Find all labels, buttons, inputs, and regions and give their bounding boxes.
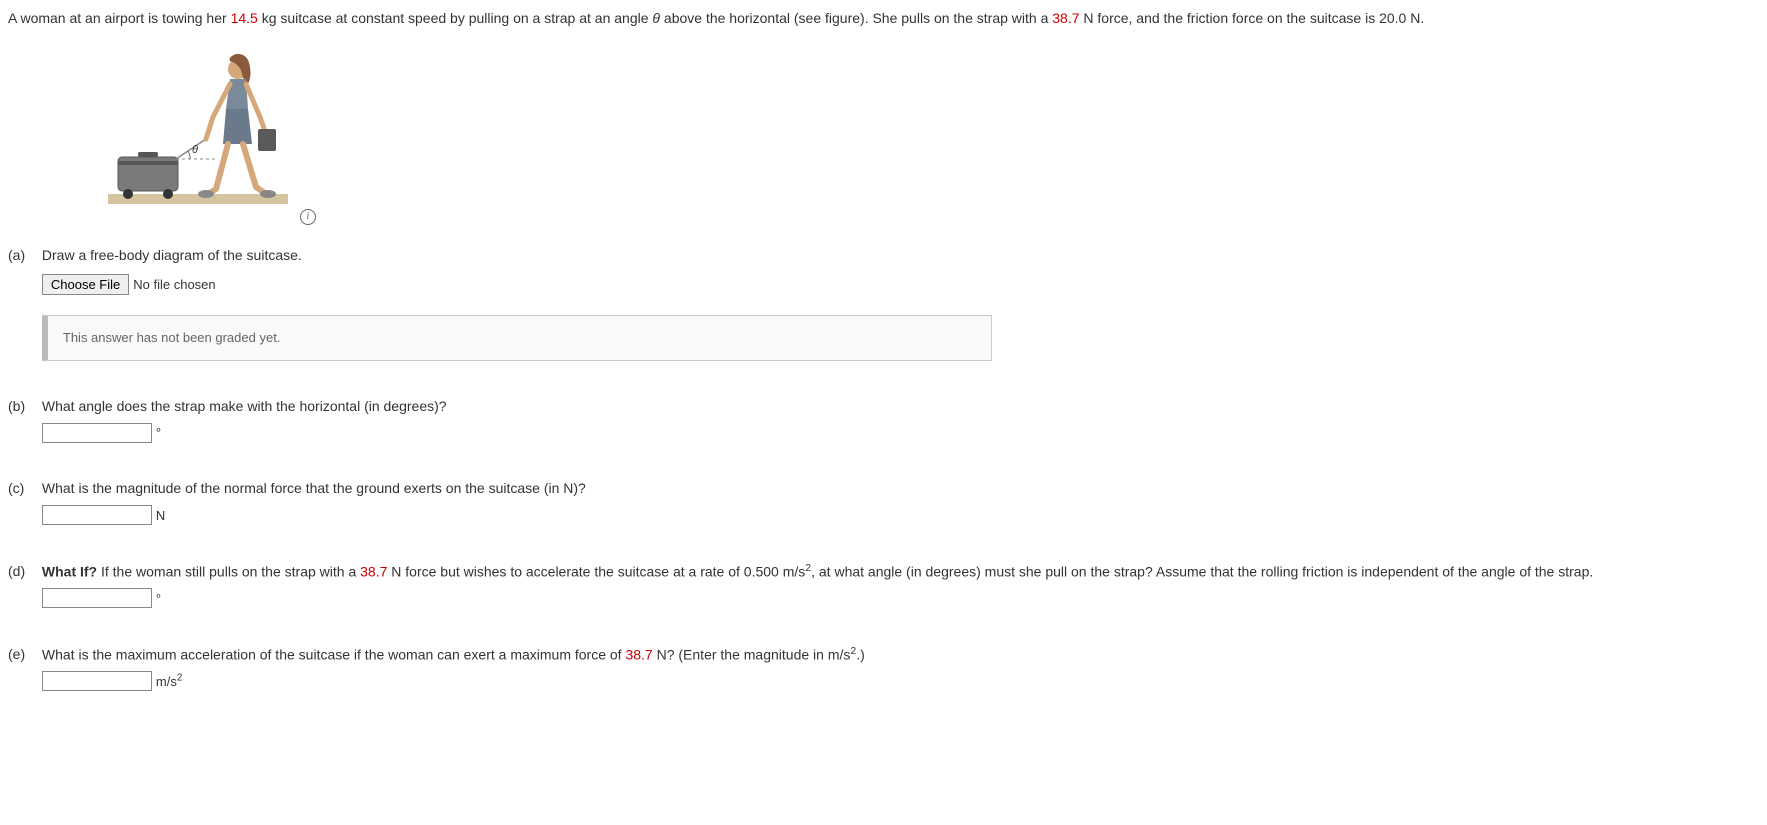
part-e-label: (e)	[8, 644, 38, 665]
part-e-question: What is the maximum acceleration of the …	[42, 644, 1753, 666]
force-value: 38.7	[1052, 10, 1079, 26]
info-icon[interactable]: i	[300, 209, 316, 225]
choose-file-button[interactable]: Choose File	[42, 274, 129, 295]
part-e-text-2: N? (Enter the magnitude in m/s	[653, 646, 851, 662]
part-b-unit: °	[156, 425, 161, 440]
suitcase-figure: θ	[108, 39, 288, 219]
part-b-label: (b)	[8, 396, 38, 417]
part-e-exp2: 2	[177, 672, 182, 683]
part-c-label: (c)	[8, 478, 38, 499]
part-e-unit-text: m/s	[156, 674, 177, 689]
theta-symbol: θ	[652, 10, 660, 26]
part-e-force: 38.7	[625, 646, 652, 662]
part-a-question: Draw a free-body diagram of the suitcase…	[42, 245, 1753, 266]
part-d: (d) What If? If the woman still pulls on…	[8, 561, 1759, 609]
intro-text-2: kg suitcase at constant speed by pulling…	[258, 10, 653, 26]
part-e: (e) What is the maximum acceleration of …	[8, 644, 1759, 692]
part-d-unit: °	[156, 591, 161, 606]
svg-text:θ: θ	[192, 144, 198, 156]
part-e-input[interactable]	[42, 671, 152, 691]
intro-text-3: above the horizontal (see figure). She p…	[660, 10, 1052, 26]
mass-value: 14.5	[231, 10, 258, 26]
part-e-text-1: What is the maximum acceleration of the …	[42, 646, 626, 662]
part-a: (a) Draw a free-body diagram of the suit…	[8, 245, 1759, 361]
intro-text-1: A woman at an airport is towing her	[8, 10, 231, 26]
intro-text-4: N force, and the friction force on the s…	[1080, 10, 1425, 26]
part-d-text-2: N force but wishes to accelerate the sui…	[387, 563, 805, 579]
figure-container: θ i	[108, 39, 1759, 225]
part-e-unit: m/s2	[156, 674, 182, 689]
part-c-input[interactable]	[42, 505, 152, 525]
no-file-text: No file chosen	[133, 277, 215, 292]
part-d-label: (d)	[8, 561, 38, 582]
part-c-unit: N	[156, 508, 165, 523]
part-a-label: (a)	[8, 245, 38, 266]
part-c: (c) What is the magnitude of the normal …	[8, 478, 1759, 526]
part-c-question: What is the magnitude of the normal forc…	[42, 478, 1753, 499]
part-b-input[interactable]	[42, 423, 152, 443]
part-d-input[interactable]	[42, 588, 152, 608]
ungraded-message: This answer has not been graded yet.	[42, 315, 992, 361]
part-d-text-3: , at what angle (in degrees) must she pu…	[811, 563, 1593, 579]
part-b-question: What angle does the strap make with the …	[42, 396, 1753, 417]
part-b: (b) What angle does the strap make with …	[8, 396, 1759, 444]
part-d-text-1: If the woman still pulls on the strap wi…	[97, 563, 360, 579]
what-if-label: What If?	[42, 563, 97, 579]
part-d-force: 38.7	[360, 563, 387, 579]
part-e-text-3: .)	[856, 646, 865, 662]
part-d-question: What If? If the woman still pulls on the…	[42, 561, 1753, 583]
problem-intro: A woman at an airport is towing her 14.5…	[8, 8, 1759, 29]
